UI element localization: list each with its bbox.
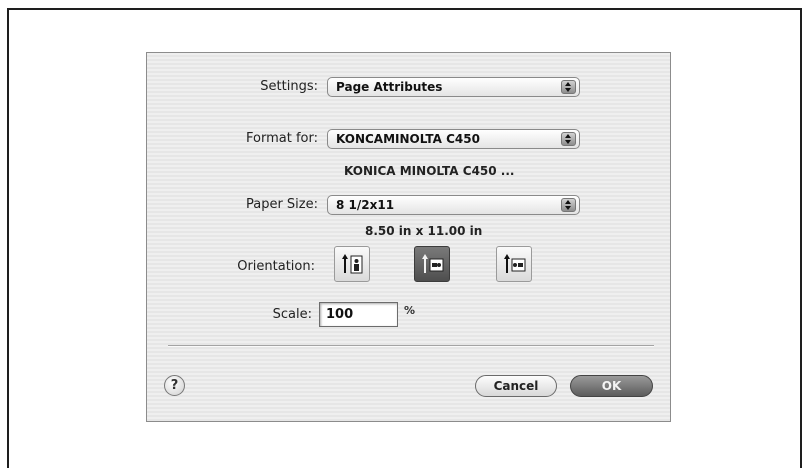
paper-size-popup[interactable]: 8 1/2x11 [327,195,580,215]
ok-button[interactable]: OK [570,375,653,397]
scale-unit: % [404,304,416,317]
scale-label: Scale: [272,307,312,322]
format-for-popup[interactable]: KONCAMINOLTA C450 [327,129,580,149]
landscape-right-icon [504,254,526,273]
popup-arrows-icon [561,132,576,146]
popup-arrows-icon [561,198,576,212]
help-button[interactable]: ? [164,375,185,396]
popup-arrows-icon [561,80,576,94]
paper-size-label: Paper Size: [245,197,318,212]
printer-description: KONICA MINOLTA C450 ... [344,164,515,178]
format-for-value: KONCAMINOLTA C450 [336,132,480,146]
scale-input[interactable] [319,302,398,327]
cancel-button[interactable]: Cancel [475,375,557,397]
orientation-landscape-right-button[interactable] [496,246,532,282]
paper-size-value: 8 1/2x11 [336,198,395,212]
divider [168,345,654,347]
portrait-icon [342,254,363,274]
orientation-label: Orientation: [237,259,315,274]
settings-label: Settings: [260,79,318,94]
orientation-landscape-left-button[interactable] [414,246,450,282]
format-for-label: Format for: [246,131,318,146]
orientation-portrait-button[interactable] [334,246,370,282]
settings-value: Page Attributes [336,80,443,94]
landscape-left-icon [422,254,444,273]
settings-popup[interactable]: Page Attributes [327,77,580,97]
paper-dimensions: 8.50 in x 11.00 in [365,224,483,238]
